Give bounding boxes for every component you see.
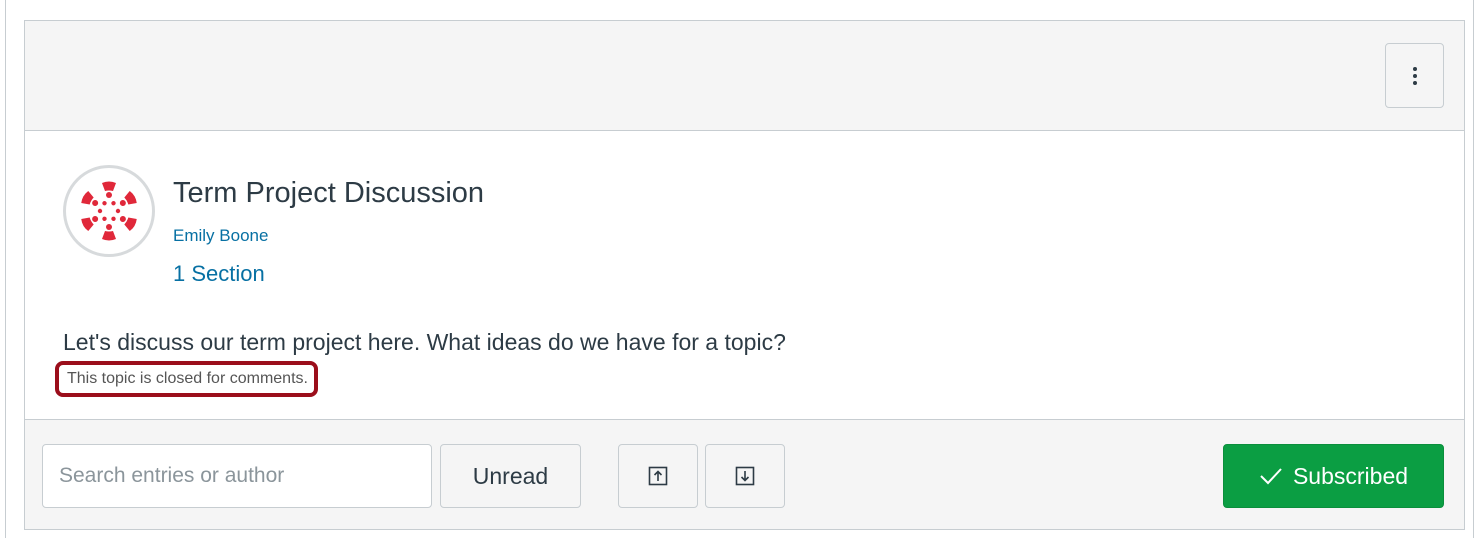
closed-for-comments-note: This topic is closed for comments. xyxy=(55,361,318,397)
subscribed-button[interactable]: Subscribed xyxy=(1223,444,1444,508)
collapse-replies-button[interactable] xyxy=(618,444,698,508)
checkmark-icon xyxy=(1260,468,1282,485)
topic-title: Term Project Discussion xyxy=(173,177,485,209)
canvas-logo-icon xyxy=(81,181,137,241)
search-input[interactable] xyxy=(42,444,432,508)
closed-note-text: This topic is closed for comments. xyxy=(67,370,308,387)
topic-message: Let's discuss our term project here. Wha… xyxy=(63,329,786,355)
unread-label: Unread xyxy=(472,462,549,489)
kebab-vertical-icon xyxy=(1412,66,1417,85)
avatar[interactable] xyxy=(63,165,155,257)
subscribed-label: Subscribed xyxy=(1292,462,1409,489)
expand-all-icon xyxy=(735,466,755,486)
author-link[interactable]: Emily Boone xyxy=(173,226,268,246)
discussion-card: Term Project Discussion Emily Boone 1 Se… xyxy=(24,20,1465,530)
expand-replies-button[interactable] xyxy=(705,444,785,508)
page-frame: Term Project Discussion Emily Boone 1 Se… xyxy=(5,0,1474,538)
collapse-all-icon xyxy=(648,466,668,486)
discussion-toolbar: Unread Subscribed xyxy=(25,419,1464,529)
options-menu-button[interactable] xyxy=(1385,43,1444,108)
sections-link[interactable]: 1 Section xyxy=(173,261,265,287)
unread-filter-button[interactable]: Unread xyxy=(440,444,581,508)
card-header xyxy=(25,21,1464,131)
